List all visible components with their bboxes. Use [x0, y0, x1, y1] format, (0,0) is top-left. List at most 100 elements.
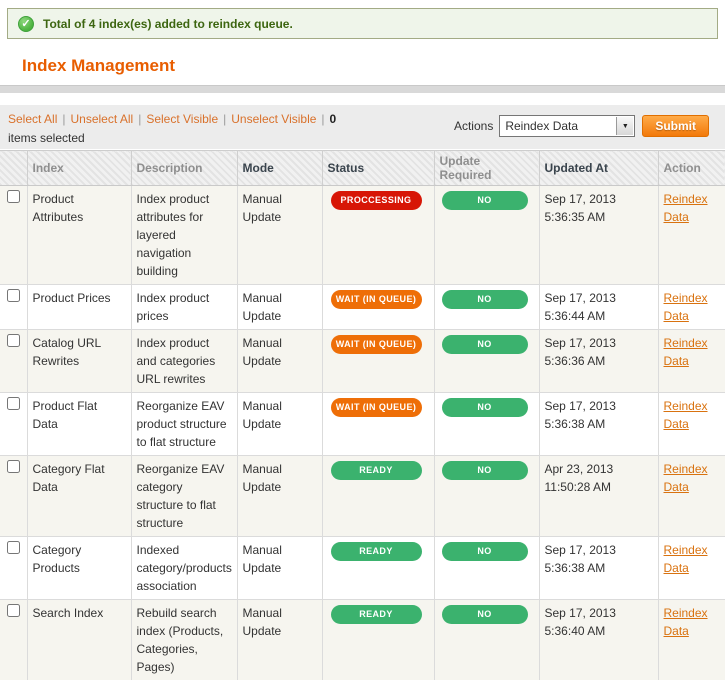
update-required-badge: NO: [441, 335, 528, 354]
update-required-badge: NO: [441, 461, 528, 480]
update-required-badge: NO: [441, 191, 528, 210]
status-cell: READY: [322, 599, 435, 680]
submit-button[interactable]: Submit: [642, 115, 709, 137]
row-checkbox[interactable]: [7, 460, 20, 473]
action-cell: Reindex Data: [658, 599, 725, 680]
status-cell: READY: [322, 455, 435, 537]
updated-time: 5:36:40 AM: [544, 624, 606, 638]
row-checkbox-cell: [0, 329, 28, 393]
updated-time: 5:36:36 AM: [544, 354, 606, 368]
index-mode: Manual Update: [237, 284, 323, 330]
action-cell: Reindex Data: [658, 284, 725, 330]
index-name: Category Flat Data: [27, 455, 132, 537]
index-name: Product Flat Data: [27, 392, 132, 456]
updated-date: Apr 23, 2013: [544, 462, 614, 476]
actions-group: Actions Reindex Data ▼ Submit: [454, 115, 709, 137]
updated-date: Sep 17, 2013: [544, 192, 616, 206]
column-header[interactable]: Mode: [237, 150, 323, 186]
update-required-badge: NO: [441, 398, 528, 417]
update-required-cell: NO: [434, 284, 540, 330]
updated-at-cell: Apr 23, 2013 11:50:28 AM: [539, 455, 659, 537]
row-checkbox[interactable]: [7, 541, 20, 554]
status-badge: READY: [330, 542, 422, 561]
status-cell: WAIT (IN QUEUE): [322, 329, 435, 393]
status-badge: READY: [330, 461, 422, 480]
success-message-text: Total of 4 index(es) added to reindex qu…: [43, 16, 293, 31]
actions-select-value: Reindex Data: [505, 119, 579, 133]
header-divider: [0, 85, 725, 93]
updated-at-cell: Sep 17, 2013 5:36:44 AM: [539, 284, 659, 330]
updated-time: 5:36:38 AM: [544, 561, 606, 575]
index-name: Product Attributes: [27, 185, 132, 285]
reindex-data-link[interactable]: Reindex Data: [664, 192, 708, 224]
index-name: Catalog URL Rewrites: [27, 329, 132, 393]
index-description: Index product prices: [131, 284, 238, 330]
status-badge: PROCCESSING: [330, 191, 422, 210]
updated-date: Sep 17, 2013: [544, 399, 616, 413]
reindex-data-link[interactable]: Reindex Data: [664, 462, 708, 494]
updated-date: Sep 17, 2013: [544, 336, 616, 350]
select-all-link[interactable]: Select All: [8, 112, 57, 126]
header-checkbox-cell: [0, 150, 28, 186]
updated-time: 5:36:44 AM: [544, 309, 606, 323]
reindex-data-link[interactable]: Reindex Data: [664, 399, 708, 431]
unselect-visible-link[interactable]: Unselect Visible: [231, 112, 316, 126]
reindex-data-link[interactable]: Reindex Data: [664, 543, 708, 575]
link-separator: |: [321, 112, 325, 126]
column-header[interactable]: Action: [658, 150, 725, 186]
row-checkbox[interactable]: [7, 190, 20, 203]
unselect-all-link[interactable]: Unselect All: [70, 112, 133, 126]
index-mode: Manual Update: [237, 536, 323, 600]
status-badge: WAIT (IN QUEUE): [330, 398, 422, 417]
update-required-cell: NO: [434, 329, 540, 393]
column-header[interactable]: Index: [27, 150, 132, 186]
column-header[interactable]: Description: [131, 150, 238, 186]
select-visible-link[interactable]: Select Visible: [146, 112, 218, 126]
index-mode: Manual Update: [237, 599, 323, 680]
index-description: Index product and categories URL rewrite…: [131, 329, 238, 393]
index-mode: Manual Update: [237, 455, 323, 537]
index-description: Reorganize EAV category structure to fla…: [131, 455, 238, 537]
updated-at-cell: Sep 17, 2013 5:36:36 AM: [539, 329, 659, 393]
massaction-toolbar: Select All | Unselect All | Select Visible | U…: [0, 105, 725, 149]
actions-select[interactable]: Reindex Data ▼: [499, 115, 636, 137]
reindex-data-link[interactable]: Reindex Data: [664, 606, 708, 638]
selected-count: 0: [329, 112, 337, 126]
row-checkbox[interactable]: [7, 334, 20, 347]
index-description: Reorganize EAV product structure to flat…: [131, 392, 238, 456]
reindex-data-link[interactable]: Reindex Data: [664, 336, 708, 368]
updated-time: 5:36:38 AM: [544, 417, 606, 431]
action-cell: Reindex Data: [658, 185, 725, 285]
link-separator: |: [62, 112, 66, 126]
row-checkbox-cell: [0, 455, 28, 537]
update-required-cell: NO: [434, 185, 540, 285]
success-message-bar: ✓ Total of 4 index(es) added to reindex …: [7, 8, 718, 39]
column-header[interactable]: Update Required: [434, 150, 540, 186]
index-name: Product Prices: [27, 284, 132, 330]
updated-date: Sep 17, 2013: [544, 606, 616, 620]
column-header[interactable]: Updated At: [539, 150, 659, 186]
status-cell: WAIT (IN QUEUE): [322, 392, 435, 456]
update-required-cell: NO: [434, 392, 540, 456]
action-cell: Reindex Data: [658, 392, 725, 456]
index-table-body: Product Attributes Index product attribu…: [0, 185, 725, 680]
row-checkbox[interactable]: [7, 397, 20, 410]
chevron-down-icon[interactable]: ▼: [616, 117, 634, 135]
index-name: Search Index: [27, 599, 132, 680]
success-check-icon: ✓: [18, 15, 34, 32]
row-checkbox[interactable]: [7, 289, 20, 302]
row-checkbox-cell: [0, 392, 28, 456]
index-name: Category Products: [27, 536, 132, 600]
column-header[interactable]: Status: [322, 150, 435, 186]
index-description: Indexed category/products association: [131, 536, 238, 600]
status-cell: READY: [322, 536, 435, 600]
status-badge: WAIT (IN QUEUE): [330, 335, 422, 354]
updated-at-cell: Sep 17, 2013 5:36:35 AM: [539, 185, 659, 285]
reindex-data-link[interactable]: Reindex Data: [664, 291, 708, 323]
row-checkbox-cell: [0, 284, 28, 330]
update-required-cell: NO: [434, 536, 540, 600]
table-row: Category Flat Data Reorganize EAV catego…: [0, 455, 725, 537]
action-cell: Reindex Data: [658, 536, 725, 600]
row-checkbox-cell: [0, 185, 28, 285]
row-checkbox[interactable]: [7, 604, 20, 617]
